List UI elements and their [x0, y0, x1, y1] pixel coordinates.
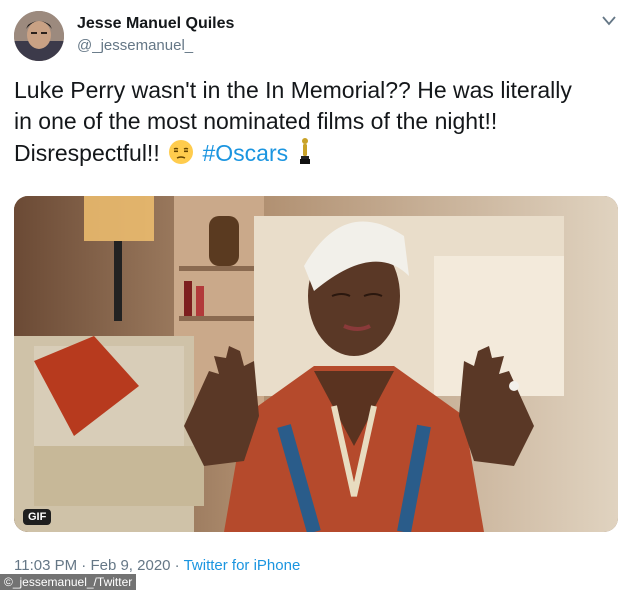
tweet-source-link[interactable]: Twitter for iPhone	[184, 557, 301, 574]
gif-frame-image	[14, 196, 618, 532]
gif-badge: GIF	[23, 509, 52, 525]
image-credit: ©_jessemanuel_/Twitter	[0, 574, 137, 590]
tweet-line-3-text: Disrespectful!!	[14, 140, 160, 166]
tweet-text: Luke Perry wasn't in the In Memorial?? H…	[14, 75, 619, 169]
unamused-face-emoji	[169, 140, 194, 164]
author-name[interactable]: Jesse Manuel Quiles	[77, 15, 234, 33]
avatar[interactable]	[14, 11, 64, 61]
gif-media[interactable]: GIF	[14, 196, 618, 532]
tweet-metadata: 11:03 PM · Feb 9, 2020 · Twitter for iPh…	[14, 557, 300, 574]
tweet-line-2: in one of the most nominated films of th…	[14, 108, 498, 134]
tweet-line-1: Luke Perry wasn't in the In Memorial?? H…	[14, 77, 572, 103]
meta-separator-1: ·	[81, 557, 87, 574]
tweet-time[interactable]: 11:03 PM	[14, 557, 77, 574]
tweet-line-3: Disrespectful!! #Oscars	[14, 137, 619, 169]
tweet-date[interactable]: Feb 9, 2020	[90, 557, 170, 574]
trophy-statuette-emoji	[299, 138, 310, 164]
meta-separator-2: ·	[174, 557, 180, 574]
author-handle[interactable]: @_jessemanuel_	[77, 37, 193, 54]
chevron-down-icon[interactable]	[602, 16, 616, 26]
hashtag-oscars[interactable]: #Oscars	[203, 140, 289, 166]
